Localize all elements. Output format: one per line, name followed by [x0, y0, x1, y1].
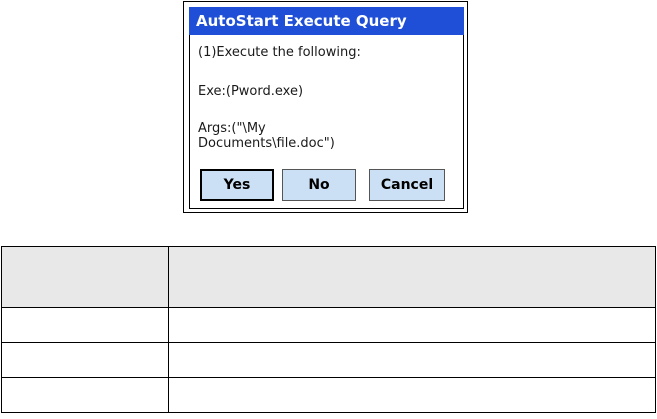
table-cell	[1, 307, 169, 343]
table-cell	[1, 342, 169, 378]
table-cell	[168, 377, 656, 413]
no-button[interactable]: No	[282, 169, 356, 201]
info-table	[1, 246, 656, 413]
table-row	[1, 377, 656, 413]
cancel-button[interactable]: Cancel	[369, 169, 445, 201]
table-header-cell	[168, 246, 656, 308]
table-cell	[168, 342, 656, 378]
dialog-body: (1)Execute the following: Exe:(Pword.exe…	[189, 35, 464, 209]
dialog-screenshot-frame: AutoStart Execute Query (1)Execute the f…	[183, 1, 468, 213]
table-row	[1, 342, 656, 378]
table-cell	[168, 307, 656, 343]
table-header-row	[1, 246, 656, 308]
table-row	[1, 307, 656, 343]
table-cell	[1, 377, 169, 413]
exe-text: Exe:(Pword.exe)	[198, 84, 304, 99]
yes-button[interactable]: Yes	[200, 169, 274, 201]
table-header-cell	[1, 246, 169, 308]
args-text-line2: Documents\file.doc")	[198, 136, 335, 151]
args-text-line1: Args:("\My	[198, 121, 266, 136]
execute-instruction-text: (1)Execute the following:	[198, 45, 361, 60]
dialog-title: AutoStart Execute Query	[189, 7, 464, 35]
